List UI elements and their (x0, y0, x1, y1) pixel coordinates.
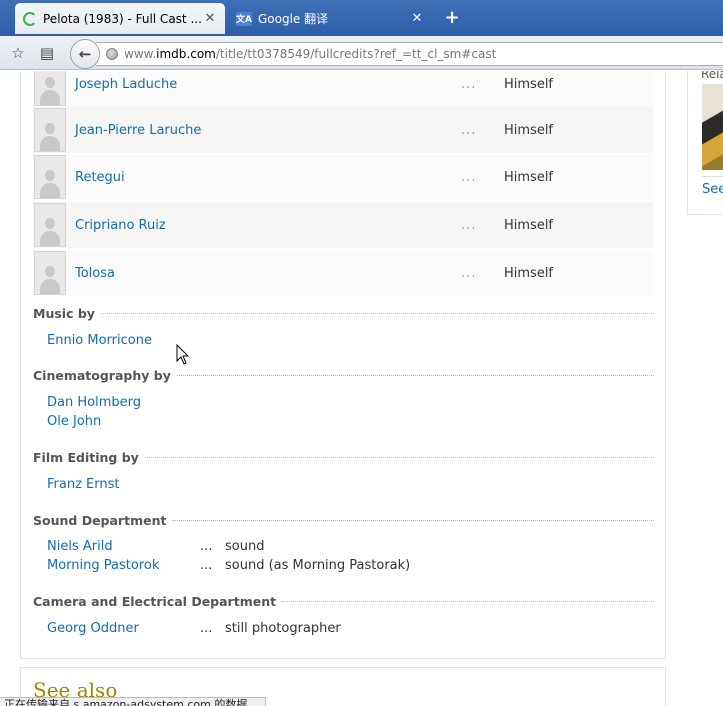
google-translate-icon: 文A (236, 11, 252, 26)
page-content[interactable]: Joseph Laduche ... Himself Jean-Pierre L… (0, 71, 723, 706)
actor-link[interactable]: Joseph Laduche (75, 77, 177, 92)
close-tab-icon[interactable]: ✕ (203, 11, 217, 26)
divider (702, 176, 723, 177)
crew-link[interactable]: Niels Arild (47, 539, 113, 554)
no-photo-placeholder-icon[interactable] (34, 108, 66, 152)
sidebar-see-link[interactable]: See (702, 182, 723, 197)
crew-link[interactable]: Franz Ernst (47, 477, 119, 492)
credit-ellipsis: ... (200, 621, 213, 636)
globe-icon (106, 48, 118, 60)
cast-row: Joseph Laduche ... Himself (33, 71, 653, 107)
section-heading-text: Music by (33, 306, 95, 321)
character-name: Himself (504, 122, 554, 138)
character-name: Himself (504, 76, 554, 92)
credit-ellipsis: ... (200, 539, 213, 554)
cast-ellipsis: ... (461, 122, 477, 138)
close-tab-icon[interactable]: ✕ (410, 11, 424, 26)
section-heading-camera: Camera and Electrical Department (33, 594, 654, 609)
section-heading-text: Cinematography by (33, 368, 171, 383)
actor-link[interactable]: Retegui (75, 170, 125, 185)
crew-link[interactable]: Morning Pastorok (47, 558, 159, 573)
navigation-bar: ☆ ▤ www. imdb.com/title/tt0378549/fullcre… (0, 36, 723, 70)
section-heading-text: Film Editing by (33, 450, 139, 465)
related-sidebar: Rela See (687, 71, 723, 215)
credit-role: sound (225, 539, 265, 554)
cast-row: Cripriano Ruiz ... Himself (33, 202, 653, 248)
url-host: imdb.com (156, 47, 216, 61)
related-thumbnail-image[interactable] (702, 84, 723, 170)
mouse-cursor-icon (176, 344, 190, 365)
back-button[interactable]: ← (70, 39, 100, 69)
cast-ellipsis: ... (461, 76, 477, 92)
cast-row: Tolosa ... Himself (33, 250, 653, 296)
sidebar-heading: Rela (701, 71, 723, 81)
new-tab-button[interactable]: + (441, 8, 463, 28)
actor-link[interactable]: Tolosa (75, 266, 115, 281)
crew-link[interactable]: Ennio Morricone (47, 333, 152, 348)
address-bar[interactable]: www. imdb.com/title/tt0378549/fullcredits… (96, 42, 723, 66)
crew-link[interactable]: Ole John (47, 414, 101, 429)
character-name: Himself (504, 169, 554, 185)
cast-row: Retegui ... Himself (33, 154, 653, 200)
tab-title: Pelota (1983) - Full Cast ... (43, 11, 202, 26)
status-bar: 正在传输来自 s.amazon-adsystem.com 的数据... (0, 697, 266, 706)
no-photo-placeholder-icon[interactable] (34, 203, 66, 247)
section-heading-film-editing: Film Editing by (33, 450, 654, 465)
no-photo-placeholder-icon[interactable] (34, 155, 66, 199)
section-heading-cinematography: Cinematography by (33, 368, 654, 383)
crew-link[interactable]: Georg Oddner (47, 621, 139, 636)
section-heading-text: Camera and Electrical Department (33, 594, 277, 609)
actor-link[interactable]: Cripriano Ruiz (75, 218, 166, 233)
credit-role: still photographer (225, 621, 341, 636)
credit-ellipsis: ... (200, 558, 213, 573)
section-heading-sound: Sound Department (33, 513, 654, 528)
tab-google-translate[interactable]: 文A Google 翻译 ✕ (228, 3, 432, 34)
crew-link[interactable]: Dan Holmberg (47, 395, 141, 410)
actor-link[interactable]: Jean-Pierre Laruche (75, 123, 201, 138)
cast-ellipsis: ... (461, 217, 477, 233)
arrow-left-icon: ← (78, 45, 92, 63)
tab-imdb[interactable]: Pelota (1983) - Full Cast ... ✕ (15, 3, 225, 34)
loading-spinner-icon (23, 11, 37, 26)
character-name: Himself (504, 217, 554, 233)
cast-row: Jean-Pierre Laruche ... Himself (33, 107, 653, 153)
url-prefix: www. (124, 47, 157, 61)
bookmark-star-icon[interactable]: ☆ (8, 43, 28, 63)
cast-ellipsis: ... (461, 265, 477, 281)
section-heading-text: Sound Department (33, 513, 167, 528)
cast-ellipsis: ... (461, 169, 477, 185)
tab-bar: Pelota (1983) - Full Cast ... ✕ 文A Googl… (0, 0, 723, 36)
url-path: /title/tt0378549/fullcredits?ref_=tt_cl_… (215, 47, 497, 61)
character-name: Himself (504, 265, 554, 281)
no-photo-placeholder-icon[interactable] (34, 71, 66, 106)
credit-role: sound (as Morning Pastorak) (225, 558, 411, 573)
full-credits-panel: Joseph Laduche ... Himself Jean-Pierre L… (20, 71, 666, 659)
no-photo-placeholder-icon[interactable] (34, 251, 66, 295)
section-heading-music: Music by (33, 306, 654, 321)
tab-title: Google 翻译 (258, 12, 329, 26)
reading-list-icon[interactable]: ▤ (37, 43, 57, 63)
